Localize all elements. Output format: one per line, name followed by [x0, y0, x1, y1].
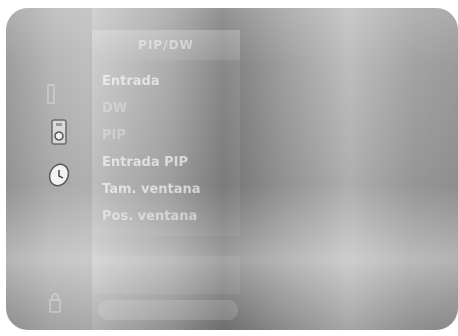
- clock-icon[interactable]: [46, 160, 74, 192]
- picture-icon[interactable]: [46, 83, 58, 109]
- menu-item-pip[interactable]: PIP: [102, 122, 201, 149]
- tv-osd-screen: PIP/DW Entrada DW PIP Entrada PIP Tam. v…: [6, 8, 458, 330]
- menu-item-dw[interactable]: DW: [102, 95, 201, 122]
- menu-items: Entrada DW PIP Entrada PIP Tam. ventana …: [102, 68, 201, 230]
- menu-title: PIP/DW: [92, 30, 240, 60]
- speaker-icon[interactable]: [50, 118, 70, 150]
- menu-item-tam-ventana[interactable]: Tam. ventana: [102, 176, 201, 203]
- info-box: [92, 256, 240, 294]
- menu-item-pos-ventana[interactable]: Pos. ventana: [102, 203, 201, 230]
- menu-item-entrada[interactable]: Entrada: [102, 68, 201, 95]
- status-bar: [98, 300, 238, 320]
- lock-icon[interactable]: [48, 292, 64, 318]
- menu-item-entrada-pip[interactable]: Entrada PIP: [102, 149, 201, 176]
